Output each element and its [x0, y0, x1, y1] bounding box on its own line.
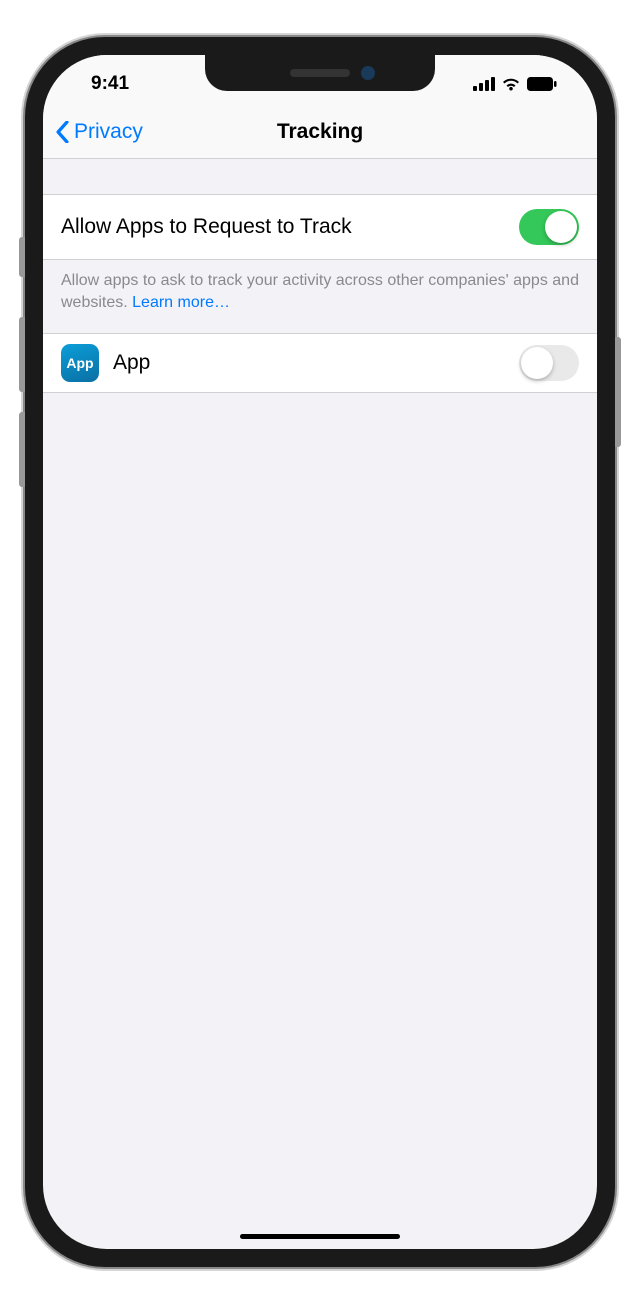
back-chevron-icon	[55, 121, 70, 143]
screen: 9:41	[43, 55, 597, 1249]
cellular-icon	[473, 77, 495, 91]
app-icon-text: App	[66, 355, 93, 371]
notch	[205, 55, 435, 91]
speaker-grill	[290, 69, 350, 77]
phone-frame: 9:41	[25, 37, 615, 1267]
allow-tracking-description: Allow apps to ask to track your activity…	[43, 260, 597, 333]
nav-bar: Privacy Tracking	[43, 105, 597, 159]
app-tracking-toggle[interactable]	[519, 345, 579, 381]
app-icon: App	[61, 344, 99, 382]
battery-icon	[527, 77, 557, 91]
wifi-icon	[501, 77, 521, 91]
front-camera	[361, 66, 375, 80]
allow-tracking-label: Allow Apps to Request to Track	[61, 215, 352, 239]
allow-tracking-toggle[interactable]	[519, 209, 579, 245]
allow-tracking-row: Allow Apps to Request to Track	[43, 194, 597, 260]
toggle-knob	[545, 211, 577, 243]
status-time: 9:41	[91, 73, 129, 95]
volume-up-button	[19, 317, 25, 392]
status-icons	[473, 77, 557, 91]
app-tracking-row: App App	[43, 333, 597, 393]
app-row-left: App App	[61, 344, 150, 382]
back-button[interactable]: Privacy	[55, 120, 143, 144]
content-area: Allow Apps to Request to Track Allow app…	[43, 159, 597, 393]
page-title: Tracking	[277, 120, 363, 144]
learn-more-link[interactable]: Learn more…	[132, 294, 230, 311]
volume-down-button	[19, 412, 25, 487]
toggle-knob	[521, 347, 553, 379]
home-indicator[interactable]	[240, 1234, 400, 1239]
app-name-label: App	[113, 351, 150, 375]
mute-switch	[19, 237, 25, 277]
back-label: Privacy	[74, 120, 143, 144]
power-button	[615, 337, 621, 447]
